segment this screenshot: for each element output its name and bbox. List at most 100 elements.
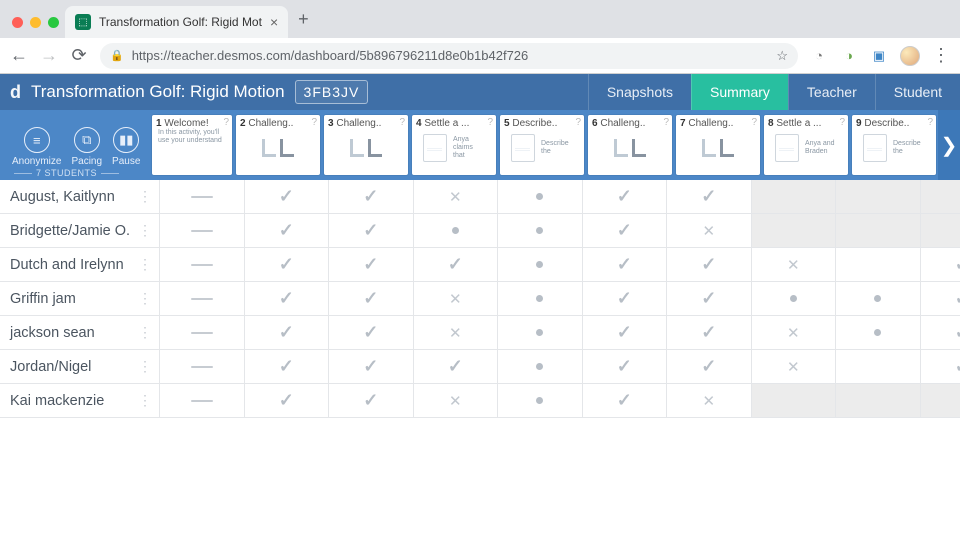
progress-cell[interactable] <box>583 248 668 282</box>
progress-cell[interactable] <box>667 350 752 384</box>
student-name-cell[interactable]: jackson sean⋮ <box>0 316 160 350</box>
progress-cell[interactable] <box>160 214 245 248</box>
progress-cell[interactable] <box>921 180 960 214</box>
progress-cell[interactable] <box>329 214 414 248</box>
screen-thumbnail[interactable]: 3 Challeng..? <box>324 115 408 175</box>
close-tab-icon[interactable]: × <box>270 14 278 30</box>
more-icon[interactable]: ⋮ <box>932 45 950 66</box>
progress-cell[interactable] <box>921 316 960 350</box>
kebab-icon[interactable]: ⋮ <box>138 392 151 409</box>
extension-icon[interactable]: ◔ <box>810 48 828 63</box>
minimize-window-icon[interactable] <box>30 17 41 28</box>
kebab-icon[interactable]: ⋮ <box>138 188 151 205</box>
progress-cell[interactable] <box>498 180 583 214</box>
progress-cell[interactable] <box>329 384 414 418</box>
extension-icon[interactable]: ▣ <box>870 48 888 64</box>
progress-cell[interactable] <box>583 214 668 248</box>
progress-cell[interactable] <box>160 316 245 350</box>
back-icon[interactable]: ← <box>10 45 28 66</box>
screen-thumbnail[interactable]: 4 Settle a ...?Anya claims that <box>412 115 496 175</box>
screen-thumbnail[interactable]: 8 Settle a ...?Anya and Braden <box>764 115 848 175</box>
bookmark-star-icon[interactable]: ☆ <box>776 48 788 64</box>
new-tab-button[interactable]: + <box>298 9 309 30</box>
maximize-window-icon[interactable] <box>48 17 59 28</box>
progress-cell[interactable] <box>836 316 921 350</box>
progress-cell[interactable] <box>836 384 921 418</box>
progress-cell[interactable] <box>667 214 752 248</box>
progress-cell[interactable] <box>667 316 752 350</box>
nav-student[interactable]: Student <box>875 74 960 110</box>
progress-cell[interactable] <box>498 248 583 282</box>
progress-cell[interactable] <box>329 248 414 282</box>
student-name-cell[interactable]: Jordan/Nigel⋮ <box>0 350 160 384</box>
progress-cell[interactable] <box>583 180 668 214</box>
screen-thumbnail[interactable]: 5 Describe..?Describe the <box>500 115 584 175</box>
progress-cell[interactable] <box>245 282 330 316</box>
browser-tab[interactable]: ⬚ Transformation Golf: Rigid Mot × <box>65 6 288 38</box>
progress-cell[interactable] <box>752 384 837 418</box>
progress-cell[interactable] <box>498 214 583 248</box>
progress-cell[interactable] <box>414 350 499 384</box>
screen-thumbnail[interactable]: 7 Challeng..? <box>676 115 760 175</box>
progress-cell[interactable] <box>245 248 330 282</box>
profile-avatar[interactable] <box>900 46 920 66</box>
url-bar[interactable]: 🔒 https://teacher.desmos.com/dashboard/5… <box>100 43 798 69</box>
progress-cell[interactable] <box>836 350 921 384</box>
close-window-icon[interactable] <box>12 17 23 28</box>
progress-cell[interactable] <box>498 282 583 316</box>
progress-cell[interactable] <box>836 180 921 214</box>
kebab-icon[interactable]: ⋮ <box>138 290 151 307</box>
kebab-icon[interactable]: ⋮ <box>138 222 151 239</box>
pacing-button[interactable]: ⧉ Pacing <box>71 127 102 167</box>
reload-icon[interactable]: ⟳ <box>70 45 88 66</box>
progress-cell[interactable] <box>836 248 921 282</box>
progress-cell[interactable] <box>414 248 499 282</box>
progress-cell[interactable] <box>245 316 330 350</box>
progress-cell[interactable] <box>667 282 752 316</box>
screen-thumbnail[interactable]: 1 Welcome!?In this activity, you'll use … <box>152 115 232 175</box>
progress-cell[interactable] <box>245 214 330 248</box>
student-name-cell[interactable]: Bridgette/Jamie O.⋮ <box>0 214 160 248</box>
class-code[interactable]: 3FB3JV <box>295 80 369 104</box>
progress-cell[interactable] <box>921 350 960 384</box>
student-name-cell[interactable]: Kai mackenzie⋮ <box>0 384 160 418</box>
progress-cell[interactable] <box>245 384 330 418</box>
progress-cell[interactable] <box>583 384 668 418</box>
progress-cell[interactable] <box>752 316 837 350</box>
progress-cell[interactable] <box>921 248 960 282</box>
nav-snapshots[interactable]: Snapshots <box>588 74 691 110</box>
forward-icon[interactable]: → <box>40 45 58 66</box>
progress-cell[interactable] <box>414 316 499 350</box>
progress-cell[interactable] <box>329 282 414 316</box>
progress-cell[interactable] <box>160 282 245 316</box>
progress-cell[interactable] <box>752 248 837 282</box>
progress-cell[interactable] <box>160 384 245 418</box>
app-logo-icon[interactable]: d <box>0 82 31 103</box>
student-name-cell[interactable]: Dutch and Irelynn⋮ <box>0 248 160 282</box>
progress-cell[interactable] <box>583 316 668 350</box>
progress-cell[interactable] <box>414 282 499 316</box>
nav-teacher[interactable]: Teacher <box>788 74 875 110</box>
progress-cell[interactable] <box>921 282 960 316</box>
progress-cell[interactable] <box>498 316 583 350</box>
progress-cell[interactable] <box>245 180 330 214</box>
progress-cell[interactable] <box>836 282 921 316</box>
kebab-icon[interactable]: ⋮ <box>138 256 151 273</box>
student-name-cell[interactable]: Griffin jam⋮ <box>0 282 160 316</box>
progress-cell[interactable] <box>160 180 245 214</box>
progress-cell[interactable] <box>667 384 752 418</box>
progress-cell[interactable] <box>329 350 414 384</box>
progress-cell[interactable] <box>752 282 837 316</box>
progress-cell[interactable] <box>414 214 499 248</box>
progress-cell[interactable] <box>836 214 921 248</box>
progress-cell[interactable] <box>667 180 752 214</box>
screen-thumbnail[interactable]: 9 Describe..?Describe the <box>852 115 936 175</box>
kebab-icon[interactable]: ⋮ <box>138 324 151 341</box>
progress-cell[interactable] <box>921 214 960 248</box>
student-name-cell[interactable]: August, Kaitlynn⋮ <box>0 180 160 214</box>
progress-cell[interactable] <box>752 350 837 384</box>
nav-summary[interactable]: Summary <box>691 74 788 110</box>
progress-cell[interactable] <box>752 214 837 248</box>
kebab-icon[interactable]: ⋮ <box>138 358 151 375</box>
progress-cell[interactable] <box>160 248 245 282</box>
